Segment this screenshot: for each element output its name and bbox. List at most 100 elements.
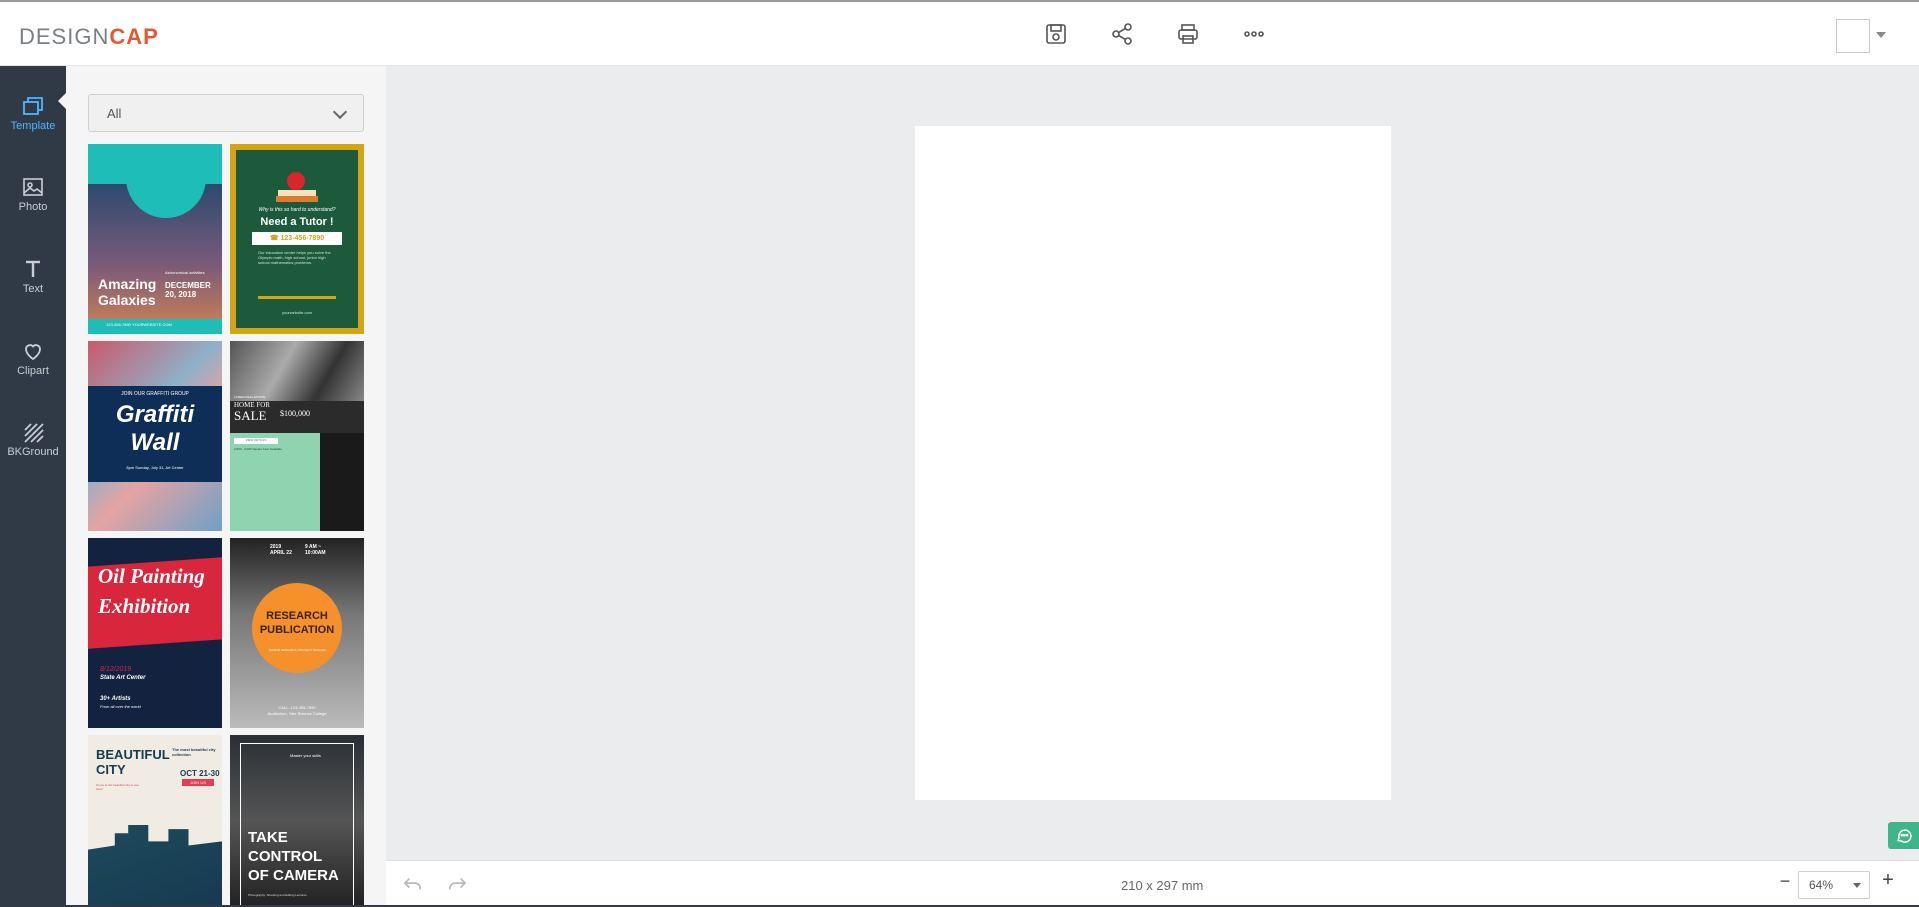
chevron-down-icon [332, 104, 348, 120]
clipart-icon [21, 339, 45, 363]
template-thumb-camera[interactable]: Master your skills TAKE CONTROL OF CAMER… [230, 735, 364, 907]
template-small-text: LOREM REAL ESTATE [234, 395, 266, 399]
sidebar-item-label: Photo [18, 201, 48, 213]
template-title: Wall [130, 429, 180, 456]
template-date: OCT 21-30 [180, 769, 220, 778]
logo[interactable]: DESIGNCAP [19, 24, 159, 50]
sidebar-item-label: Template [10, 120, 56, 132]
template-side-text: Astronomical activities [165, 270, 205, 275]
template-title: CITY [96, 762, 126, 777]
print-icon [1178, 24, 1198, 44]
background-icon [21, 420, 45, 444]
user-avatar[interactable] [1836, 19, 1870, 53]
template-thumb-research[interactable]: 2019 APRIL 22 9 AM ~ 10:00AM RESEARCH PU… [230, 538, 364, 728]
undo-button[interactable] [402, 875, 426, 895]
template-note: Come to the beautiful city to see here! [96, 783, 139, 791]
book-icon [276, 196, 318, 202]
canvas-size-label: 210 x 297 mm [1121, 878, 1204, 893]
sidebar-item-bkground[interactable]: BKGround [0, 406, 66, 470]
apple-icon [287, 172, 305, 190]
template-footer: yourwebsite.com [281, 310, 312, 315]
save-button[interactable] [1040, 20, 1072, 48]
template-title: Oil Painting [98, 564, 205, 588]
template-panel: All Amazing Galaxies DECEMBER 20, 2018 A… [66, 66, 386, 907]
template-thumb-galaxies[interactable]: Amazing Galaxies DECEMBER 20, 2018 Astro… [88, 144, 222, 334]
pencil-icon [258, 296, 336, 299]
template-title: SALE [234, 408, 267, 423]
template-title: Exhibition [98, 594, 191, 618]
template-footer: CALL: 123-456-7890 [278, 705, 316, 710]
template-date: 2019 APRIL 22 [270, 544, 292, 556]
left-sidebar: Template Photo Text Clipart BKGround [0, 66, 66, 907]
design-canvas-page[interactable] [915, 126, 1391, 800]
share-icon [1112, 23, 1132, 45]
print-button[interactable] [1172, 20, 1204, 48]
top-header: DESIGNCAP [0, 0, 1919, 66]
zoom-in-button[interactable]: + [1878, 869, 1898, 893]
sidebar-item-photo[interactable]: Photo [0, 161, 66, 225]
template-title: Graffiti [115, 401, 195, 428]
template-title: RESEARCH [266, 610, 328, 622]
template-title: TAKE [248, 829, 288, 846]
avatar-dropdown-caret-icon[interactable] [1876, 32, 1886, 38]
sidebar-item-text[interactable]: Text [0, 243, 66, 307]
template-from: From all over the world [100, 704, 141, 709]
template-title: OF CAMERA [248, 867, 339, 884]
template-info: 2,000 - 3,000 Square Feet Available [234, 447, 282, 451]
template-title: PUBLICATION [259, 624, 335, 636]
save-icon [1046, 24, 1066, 44]
template-body: Our education center helps you solve the… [258, 250, 331, 265]
city-skyline [88, 825, 222, 907]
zoom-out-button[interactable]: − [1775, 871, 1795, 895]
more-button[interactable] [1238, 20, 1270, 48]
share-button[interactable] [1106, 20, 1138, 48]
sidebar-item-label: BKGround [7, 446, 59, 458]
photo-icon [21, 175, 45, 199]
template-title: Amazing Galaxies [98, 276, 157, 308]
bottom-bar: 210 x 297 mm − 64% + [386, 860, 1919, 907]
logo-part-cap: CAP [109, 24, 159, 49]
template-tag: VIEW DETAILS [234, 438, 278, 444]
template-top-text: JOIN OUR GRAFFITI GROUP [121, 391, 189, 397]
redo-button[interactable] [446, 875, 470, 895]
template-icon [21, 94, 45, 118]
sidebar-item-template[interactable]: Template [0, 80, 66, 144]
template-count: 30+ Artists [100, 696, 131, 702]
sidebar-item-label: Text [22, 283, 44, 295]
building-image [230, 341, 364, 401]
category-selected-value: All [107, 105, 122, 121]
text-icon [21, 257, 45, 281]
template-thumb-home-sale[interactable]: LOREM REAL ESTATE HOME FOR SALE $100,000… [230, 341, 364, 531]
template-phone: ☎ 123-456-7890 [252, 232, 342, 245]
zoom-select[interactable]: 64% [1798, 871, 1870, 899]
category-select[interactable]: All [88, 94, 364, 132]
template-footer: 123-456-7890 YOURWEBSITE.COM [106, 322, 172, 327]
template-title: Need a Tutor ! [260, 216, 334, 228]
template-question: Why is this so hard to understand? [258, 207, 336, 213]
template-thumb-graffiti[interactable]: JOIN OUR GRAFFITI GROUP Graffiti Wall 8p… [88, 341, 222, 531]
template-place: State Art Center [100, 675, 146, 681]
template-thumb-beautiful-city[interactable]: BEAUTIFUL CITY The most beautiful city c… [88, 735, 222, 907]
template-footer: Photography: Shooting and Editing Lectur… [248, 893, 307, 897]
more-icon [1244, 31, 1264, 37]
template-footer: Auditorium, Yale Science College [267, 711, 327, 716]
redo-icon [448, 878, 467, 890]
template-date: DECEMBER 20, 2018 [165, 281, 211, 299]
template-title: BEAUTIFUL [96, 747, 170, 762]
zoom-value: 64% [1809, 878, 1834, 892]
template-time: 9 AM ~ 10:00AM [305, 544, 326, 556]
template-subtitle: SENIOR RESEARCH PROJECT SPEECH [268, 648, 326, 652]
template-top-text: Master your skills [290, 753, 321, 758]
template-subtitle: 8pm Sunday, July 31, Art Center [126, 465, 184, 470]
template-side-text: The most beautiful city collection [172, 747, 216, 757]
dark-panel [320, 433, 364, 531]
sidebar-item-clipart[interactable]: Clipart [0, 325, 66, 389]
template-thumb-tutor[interactable]: Why is this so hard to understand? Need … [230, 144, 364, 334]
sidebar-item-label: Clipart [17, 365, 49, 377]
template-thumb-oil-painting[interactable]: Oil Painting Exhibition 8/12/2019 State … [88, 538, 222, 728]
chat-button[interactable] [1888, 822, 1919, 849]
template-tag: JOIN US [182, 779, 214, 786]
chat-icon [1896, 828, 1912, 843]
logo-part-design: DESIGN [19, 24, 110, 49]
template-price: $100,000 [280, 409, 310, 418]
